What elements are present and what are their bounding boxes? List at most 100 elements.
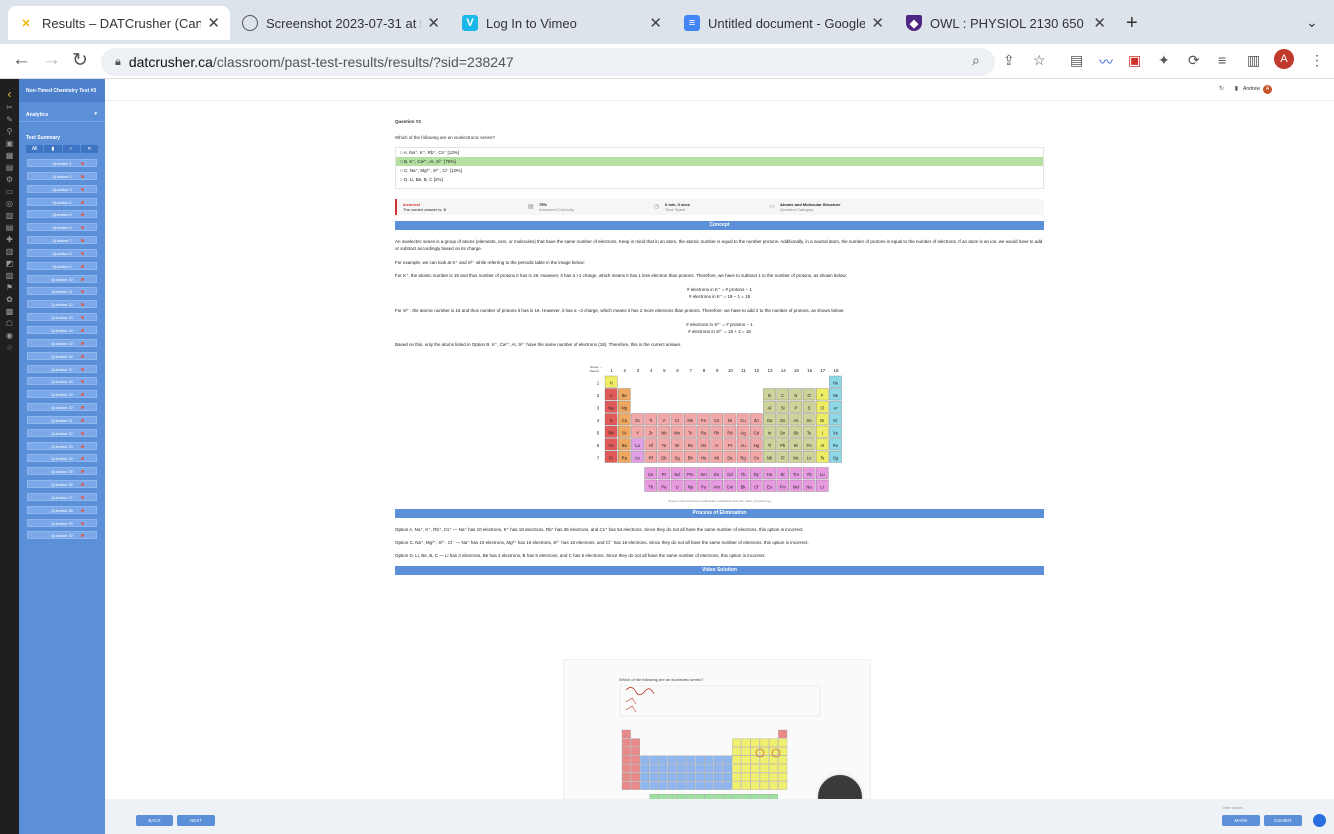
question-nav-button[interactable]: Question 18 xyxy=(27,377,97,386)
app-icon[interactable]: ✚ xyxy=(0,235,19,247)
puzzle-extensions-icon[interactable]: ✦ xyxy=(1158,52,1170,69)
question-nav-button[interactable]: Question 23 xyxy=(27,441,97,450)
profile-avatar[interactable]: A xyxy=(1274,49,1294,69)
close-tab-icon[interactable]: ✕ xyxy=(427,14,440,32)
question-nav-button[interactable]: Question 3 xyxy=(27,184,97,193)
back-button[interactable]: BACK xyxy=(136,815,173,826)
filter-all-button[interactable]: All xyxy=(26,145,45,153)
question-nav-button[interactable]: Question 25 xyxy=(27,467,97,476)
sidepanel-icon[interactable]: ▥ xyxy=(1247,52,1260,69)
app-icon[interactable]: ▤ xyxy=(0,163,19,175)
tab-datcrusher[interactable]: ✕ Results – DATCrusher (Canadia ✕ xyxy=(8,6,230,40)
question-nav-button[interactable]: Question 28 xyxy=(27,505,97,514)
tab-screenshot[interactable]: Screenshot 2023-07-31 at 5.0 ✕ xyxy=(232,6,450,40)
filter-correct-button[interactable]: ✓ xyxy=(63,145,81,153)
answer-option[interactable]: ○ B. K⁺, Ca²⁺, Ar, S²⁻ [75%] xyxy=(396,157,1043,166)
back-arrow-icon[interactable]: ← xyxy=(12,49,31,71)
question-nav-button[interactable]: Question 5 xyxy=(27,210,97,219)
wave-extension-icon[interactable]: 〰 xyxy=(1099,52,1113,72)
app-icon[interactable]: ▦ xyxy=(0,151,19,163)
app-icon[interactable]: ☆ xyxy=(0,343,19,355)
notes-extension-icon[interactable]: ▤ xyxy=(1070,52,1083,69)
analytics-toggle[interactable]: Analytics ▾ xyxy=(19,108,105,122)
app-icon[interactable]: ▨ xyxy=(0,271,19,283)
playlist-icon[interactable]: ≡ xyxy=(1218,52,1226,68)
menu-kebab-icon[interactable]: ⋮ xyxy=(1310,52,1324,69)
answer-option[interactable]: ○ C. Na⁺, Mg²⁺, S²⁻, Cl⁻ [10%] xyxy=(396,166,1043,175)
question-nav-button[interactable]: Question 24 xyxy=(27,454,97,463)
question-nav-button[interactable]: Question 20 xyxy=(27,403,97,412)
app-icon[interactable]: ▩ xyxy=(0,307,19,319)
address-bar[interactable]: 🔒︎ datcrusher.ca/classroom/past-test-res… xyxy=(101,48,995,76)
chat-bubble-icon[interactable] xyxy=(1313,814,1326,827)
app-icon[interactable]: ✂ xyxy=(0,103,19,115)
app-icon[interactable]: ✎ xyxy=(0,115,19,127)
question-nav-button[interactable]: Question 4 xyxy=(27,197,97,206)
app-icon[interactable]: ▭ xyxy=(0,187,19,199)
whiteboard-cell xyxy=(741,747,751,756)
question-nav-button[interactable]: Question 1 xyxy=(27,159,97,167)
app-icon[interactable]: ⚲ xyxy=(0,127,19,139)
close-tab-icon[interactable]: ✕ xyxy=(1093,14,1106,32)
question-nav-button[interactable]: Question 2 xyxy=(27,171,97,180)
mark-button[interactable]: MARK xyxy=(1222,815,1260,826)
question-nav-button[interactable]: Question 22 xyxy=(27,428,97,437)
close-tab-icon[interactable]: ✕ xyxy=(649,14,662,32)
question-nav-button[interactable]: Question 9 xyxy=(27,261,97,270)
question-nav-button[interactable]: Question 7 xyxy=(27,236,97,245)
question-nav-button[interactable]: Question 29 xyxy=(27,518,97,527)
question-nav-button[interactable]: Question 30 xyxy=(27,531,97,540)
whiteboard-cell xyxy=(658,755,668,764)
collapse-arrow-icon[interactable]: ‹ xyxy=(0,87,19,103)
question-nav-button[interactable]: Question 16 xyxy=(27,351,97,360)
app-icon[interactable]: ▤ xyxy=(0,223,19,235)
question-nav-button[interactable]: Question 13 xyxy=(27,313,97,322)
share-icon[interactable]: ⇪ xyxy=(1003,52,1015,69)
refresh-icon[interactable]: ↻ xyxy=(1219,85,1224,92)
question-nav-button[interactable]: Question 26 xyxy=(27,480,97,489)
answer-option[interactable]: ○ D. Li, Be, B, C [2%] xyxy=(396,175,1043,184)
tab-vimeo[interactable]: V Log In to Vimeo ✕ xyxy=(452,6,672,40)
app-icon[interactable]: ◩ xyxy=(0,259,19,271)
question-nav-button[interactable]: Question 27 xyxy=(27,492,97,501)
question-nav-button[interactable]: Question 21 xyxy=(27,415,97,424)
app-icon[interactable]: ⚑ xyxy=(0,283,19,295)
chevron-down-icon[interactable]: ⌄ xyxy=(1306,14,1318,31)
filter-bookmark-button[interactable]: ▮ xyxy=(44,145,63,153)
answer-option[interactable]: ○ A. Na⁺, K⁺, Rb⁺, Cs⁺ [13%] xyxy=(396,148,1043,157)
app-icon[interactable]: ✿ xyxy=(0,295,19,307)
close-tab-icon[interactable]: ✕ xyxy=(207,14,220,32)
question-nav-button[interactable]: Question 17 xyxy=(27,364,97,373)
exhibit-button[interactable]: EXHIBIT xyxy=(1264,815,1302,826)
filter-incorrect-button[interactable]: ✕ xyxy=(81,145,98,153)
bookmark-icon[interactable]: ▮ xyxy=(1235,85,1238,92)
question-nav-button[interactable]: Question 8 xyxy=(27,248,97,257)
app-icon[interactable]: ◎ xyxy=(0,199,19,211)
app-icon[interactable]: ⚙ xyxy=(0,175,19,187)
forward-arrow-icon[interactable]: → xyxy=(42,49,61,71)
new-tab-icon[interactable]: + xyxy=(1126,12,1138,35)
app-icon[interactable]: ▣ xyxy=(0,139,19,151)
question-nav-button[interactable]: Question 6 xyxy=(27,223,97,232)
avatar[interactable]: A xyxy=(1263,85,1272,94)
element-symbol: B xyxy=(768,393,771,398)
app-icon[interactable]: ▥ xyxy=(0,247,19,259)
question-nav-button[interactable]: Question 15 xyxy=(27,338,97,347)
app-icon[interactable]: ◉ xyxy=(0,331,19,343)
app-icon[interactable]: ▧ xyxy=(0,211,19,223)
close-tab-icon[interactable]: ✕ xyxy=(871,14,884,32)
question-nav-button[interactable]: Question 12 xyxy=(27,300,97,309)
question-nav-button[interactable]: Question 11 xyxy=(27,287,97,296)
app-icon[interactable]: ☖ xyxy=(0,319,19,331)
question-nav-button[interactable]: Question 19 xyxy=(27,390,97,399)
reload-icon[interactable]: ↻ xyxy=(72,49,88,72)
star-icon[interactable]: ☆ xyxy=(1033,52,1046,69)
zoom-icon[interactable]: ⌕ xyxy=(972,52,980,69)
next-button[interactable]: NEXT xyxy=(177,815,215,826)
pdf-extension-icon[interactable]: ▣ xyxy=(1128,52,1141,69)
tab-google-docs[interactable]: ≡ Untitled document - Google Do ✕ xyxy=(674,6,894,40)
question-nav-button[interactable]: Question 10 xyxy=(27,274,97,283)
question-nav-button[interactable]: Question 14 xyxy=(27,325,97,334)
tab-owl[interactable]: ◆ OWL : PHYSIOL 2130 650 SU2 ✕ xyxy=(896,6,1116,40)
speed-icon[interactable]: ⟳ xyxy=(1188,52,1200,69)
